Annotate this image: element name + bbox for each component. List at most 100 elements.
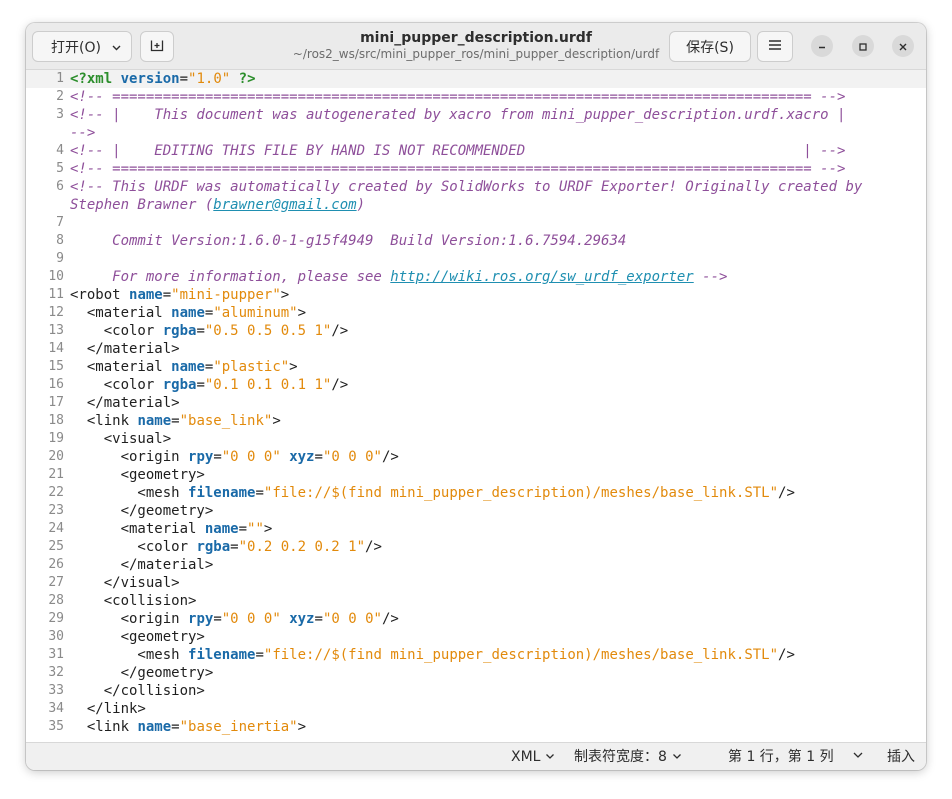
code-editor[interactable]: 1 <?xml version="1.0" ?> 2 <!-- ===========… bbox=[26, 70, 926, 742]
code-line[interactable]: 30 <geometry> bbox=[26, 628, 926, 646]
code-line[interactable]: 35 <link name="base_inertia"> bbox=[26, 718, 926, 736]
line-number: 1 bbox=[56, 71, 64, 86]
code-line[interactable]: 7 bbox=[26, 214, 926, 232]
code-text: <origin rpy="0 0 0" xyz="0 0 0"/> bbox=[70, 448, 399, 466]
chevron-down-icon bbox=[852, 749, 864, 765]
code-line[interactable]: 13 <color rgba="0.5 0.5 0.5 1"/> bbox=[26, 322, 926, 340]
code-line[interactable]: 24 <material name=""> bbox=[26, 520, 926, 538]
code-line[interactable]: 2 <!-- ==================================… bbox=[26, 88, 926, 106]
code-line[interactable]: 5 <!-- ==================================… bbox=[26, 160, 926, 178]
code-line[interactable]: 15 <material name="plastic"> bbox=[26, 358, 926, 376]
code-token: = bbox=[213, 449, 222, 465]
line-number: 9 bbox=[56, 251, 64, 266]
code-line[interactable]: 17 </material> bbox=[26, 394, 926, 412]
code-token: <!-- | EDITING THIS FILE BY HAND IS NOT … bbox=[70, 143, 846, 159]
code-link[interactable]: brawner@gmail.com bbox=[213, 197, 356, 213]
cursor-position-label: 第 1 行，第 1 列 bbox=[728, 749, 834, 765]
line-number: 18 bbox=[48, 413, 64, 428]
language-selector[interactable]: XML bbox=[511, 748, 555, 766]
code-line[interactable]: 3 <!-- | This document was autogenerated … bbox=[26, 106, 926, 124]
line-number: 31 bbox=[48, 647, 64, 662]
code-token: "0 0 0" bbox=[221, 449, 281, 465]
line-number: 15 bbox=[48, 359, 64, 374]
code-text: <material name="plastic"> bbox=[70, 358, 298, 376]
code-token: "0 0 0" bbox=[221, 611, 281, 627]
line-number: 7 bbox=[56, 215, 64, 230]
code-token: "0.5 0.5 0.5 1" bbox=[204, 323, 332, 339]
code-line[interactable]: 1 <?xml version="1.0" ?> bbox=[26, 70, 926, 88]
code-line[interactable]: 33 </collision> bbox=[26, 682, 926, 700]
code-text: </geometry> bbox=[70, 664, 214, 682]
code-token: <? bbox=[70, 71, 87, 87]
code-line[interactable]: 9 bbox=[26, 250, 926, 268]
line-number: 30 bbox=[48, 629, 64, 644]
code-line[interactable]: 28 <collision> bbox=[26, 592, 926, 610]
code-line[interactable]: 22 <mesh filename="file://$(find mini_pu… bbox=[26, 484, 926, 502]
code-line[interactable]: 29 <origin rpy="0 0 0" xyz="0 0 0"/> bbox=[26, 610, 926, 628]
maximize-button[interactable] bbox=[852, 35, 874, 57]
code-line[interactable]: --> bbox=[26, 124, 926, 142]
header-bar: 打开(O) mini_pupper_description.urdf ~/ros… bbox=[26, 23, 926, 70]
code-token: <robot bbox=[70, 287, 130, 303]
code-line[interactable]: 19 <visual> bbox=[26, 430, 926, 448]
open-button[interactable]: 打开(O) bbox=[32, 31, 132, 62]
code-line[interactable]: 6 <!-- This URDF was automatically create… bbox=[26, 178, 926, 196]
code-token: </material> bbox=[70, 557, 214, 573]
code-token: <geometry> bbox=[70, 629, 205, 645]
code-text: <link name="base_inertia"> bbox=[70, 718, 306, 736]
code-line[interactable]: 25 <color rgba="0.2 0.2 0.2 1"/> bbox=[26, 538, 926, 556]
tab-width-selector[interactable]: 制表符宽度：8 bbox=[574, 748, 682, 766]
main-menu-button[interactable] bbox=[757, 31, 793, 62]
code-text: </material> bbox=[70, 556, 214, 574]
line-number: 13 bbox=[48, 323, 64, 338]
code-line[interactable]: 18 <link name="base_link"> bbox=[26, 412, 926, 430]
code-text: </link> bbox=[70, 700, 146, 718]
code-token: rpy bbox=[188, 611, 214, 627]
code-text: <color rgba="0.5 0.5 0.5 1"/> bbox=[70, 322, 348, 340]
code-token: <visual> bbox=[70, 431, 172, 447]
code-text: <geometry> bbox=[70, 628, 205, 646]
code-token: <material bbox=[70, 359, 172, 375]
code-token: name bbox=[171, 305, 205, 321]
tab-width-label: 制表符宽度：8 bbox=[574, 749, 667, 765]
code-line[interactable]: 12 <material name="aluminum"> bbox=[26, 304, 926, 322]
code-token: /> bbox=[331, 323, 349, 339]
code-line[interactable]: 20 <origin rpy="0 0 0" xyz="0 0 0"/> bbox=[26, 448, 926, 466]
position-menu-button[interactable] bbox=[852, 748, 864, 766]
code-line[interactable]: 8 Commit Version:1.6.0-1-g15f4949 Build … bbox=[26, 232, 926, 250]
code-line[interactable]: 21 <geometry> bbox=[26, 466, 926, 484]
code-line[interactable]: 31 <mesh filename="file://$(find mini_pu… bbox=[26, 646, 926, 664]
line-number: 34 bbox=[48, 701, 64, 716]
minimize-button[interactable] bbox=[811, 35, 833, 57]
code-token: version bbox=[120, 71, 180, 87]
code-token: <color bbox=[70, 539, 197, 555]
code-line[interactable]: 23 </geometry> bbox=[26, 502, 926, 520]
code-token: "file://$(find mini_pupper_description)/… bbox=[263, 647, 779, 663]
code-line[interactable]: 10 For more information, please see http… bbox=[26, 268, 926, 286]
code-line[interactable]: 34 </link> bbox=[26, 700, 926, 718]
insert-mode-indicator[interactable]: 插入 bbox=[887, 748, 915, 766]
code-line[interactable]: 11 <robot name="mini-pupper"> bbox=[26, 286, 926, 304]
line-number: 17 bbox=[48, 395, 64, 410]
code-token: </material> bbox=[70, 395, 180, 411]
code-text: <!-- This URDF was automatically created… bbox=[70, 178, 862, 196]
code-link[interactable]: http://wiki.ros.org/sw_urdf_exporter bbox=[390, 269, 693, 285]
code-token: name bbox=[204, 521, 239, 537]
line-number: 21 bbox=[48, 467, 64, 482]
code-line[interactable]: 16 <color rgba="0.1 0.1 0.1 1"/> bbox=[26, 376, 926, 394]
line-number: 19 bbox=[48, 431, 64, 446]
code-line[interactable]: 14 </material> bbox=[26, 340, 926, 358]
code-line[interactable]: 32 </geometry> bbox=[26, 664, 926, 682]
code-line[interactable]: 27 </visual> bbox=[26, 574, 926, 592]
code-token: "0 0 0" bbox=[322, 611, 382, 627]
cursor-position[interactable]: 第 1 行，第 1 列 bbox=[728, 748, 834, 766]
close-button[interactable] bbox=[892, 35, 914, 57]
code-text: </material> bbox=[70, 340, 180, 358]
code-line[interactable]: 26 </material> bbox=[26, 556, 926, 574]
line-number: 22 bbox=[48, 485, 64, 500]
line-number: 27 bbox=[48, 575, 64, 590]
new-document-button[interactable] bbox=[140, 31, 174, 62]
code-line[interactable]: Stephen Brawner (brawner@gmail.com) bbox=[26, 196, 926, 214]
code-line[interactable]: 4 <!-- | EDITING THIS FILE BY HAND IS NOT… bbox=[26, 142, 926, 160]
save-button[interactable]: 保存(S) bbox=[669, 31, 751, 62]
